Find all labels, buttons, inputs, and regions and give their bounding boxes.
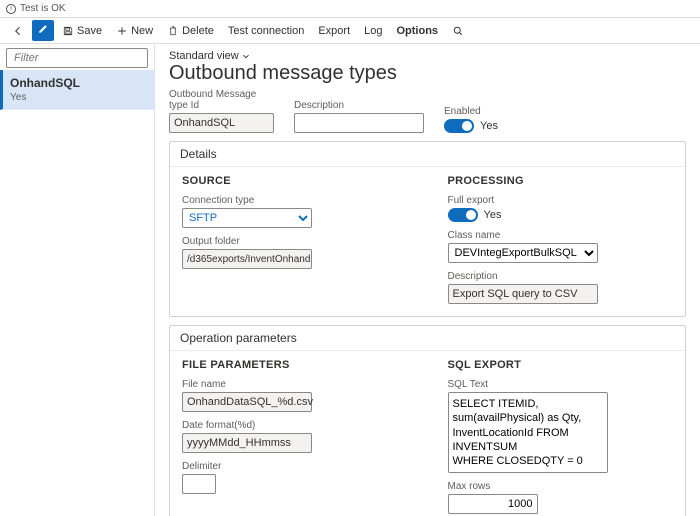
delete-button[interactable]: Delete <box>161 22 220 40</box>
processing-group-label: PROCESSING <box>448 175 674 187</box>
filter-box[interactable] <box>6 48 148 68</box>
trash-icon <box>167 25 179 37</box>
export-label: Export <box>318 25 350 37</box>
class-name-select[interactable]: DEVIntegExportBulkSQL <box>448 243 598 263</box>
options-label: Options <box>396 25 438 37</box>
toolbar: Save New Delete Test connection Export L… <box>0 18 700 44</box>
sidebar-item-name: OnhandSQL <box>10 76 146 90</box>
sql-text-label: SQL Text <box>448 379 608 390</box>
full-export-label: Full export <box>448 195 674 206</box>
enabled-toggle[interactable] <box>444 119 474 133</box>
plus-icon <box>116 25 128 37</box>
max-rows-label: Max rows <box>448 481 538 492</box>
delimiter-input[interactable] <box>182 474 216 494</box>
test-connection-button[interactable]: Test connection <box>222 22 310 40</box>
log-button[interactable]: Log <box>358 22 388 40</box>
edit-button[interactable] <box>32 20 54 41</box>
section-operation: Operation parameters FILE PARAMETERS Fil… <box>169 325 686 516</box>
sql-text-area[interactable]: SELECT ITEMID, sum(availPhysical) as Qty… <box>448 392 608 473</box>
date-format-value: yyyyMMdd_HHmmss <box>182 433 312 453</box>
section-details: Details SOURCE Connection type SFTP Outp… <box>169 141 686 317</box>
new-label: New <box>131 25 153 37</box>
delete-label: Delete <box>182 25 214 37</box>
details-desc-label: Description <box>448 271 598 282</box>
file-params-group-label: FILE PARAMETERS <box>182 359 408 371</box>
test-connection-label: Test connection <box>228 25 304 37</box>
full-export-value: Yes <box>484 209 502 221</box>
export-button[interactable]: Export <box>312 22 356 40</box>
output-folder-value: /d365exports/InventOnhand <box>182 249 312 269</box>
search-button[interactable] <box>446 22 470 40</box>
sidebar-item-onhandsql[interactable]: OnhandSQL Yes <box>0 70 154 110</box>
view-selector-label: Standard view <box>169 50 239 62</box>
edit-icon <box>37 23 49 35</box>
desc-label: Description <box>294 100 424 111</box>
details-desc-value: Export SQL query to CSV <box>448 284 598 304</box>
save-button[interactable]: Save <box>56 22 108 40</box>
id-label: Outbound Message type Id <box>169 89 274 111</box>
filter-input[interactable] <box>14 52 157 64</box>
titlebar-text: Test is OK <box>20 3 66 14</box>
back-arrow-icon <box>12 25 24 37</box>
desc-input[interactable] <box>294 113 424 133</box>
log-label: Log <box>364 25 382 37</box>
save-icon <box>62 25 74 37</box>
search-icon <box>452 25 464 37</box>
new-button[interactable]: New <box>110 22 159 40</box>
output-folder-label: Output folder <box>182 236 312 247</box>
chevron-down-icon <box>241 51 251 61</box>
date-format-label: Date format(%d) <box>182 420 312 431</box>
connection-type-select[interactable]: SFTP <box>182 208 312 228</box>
sidebar: OnhandSQL Yes <box>0 44 155 516</box>
options-button[interactable]: Options <box>390 22 444 40</box>
section-operation-title: Operation parameters <box>170 326 685 351</box>
sql-export-group-label: SQL EXPORT <box>448 359 674 371</box>
enabled-label: Enabled <box>444 106 498 117</box>
enabled-value: Yes <box>480 120 498 132</box>
connection-type-label: Connection type <box>182 195 312 206</box>
titlebar: i Test is OK <box>0 0 700 18</box>
file-name-value: OnhandDataSQL_%d.csv <box>182 392 312 412</box>
max-rows-input[interactable] <box>448 494 538 514</box>
view-selector[interactable]: Standard view <box>169 50 251 62</box>
sidebar-item-sub: Yes <box>10 92 146 103</box>
file-name-label: File name <box>182 379 312 390</box>
id-value: OnhandSQL <box>169 113 274 133</box>
full-export-toggle[interactable] <box>448 208 478 222</box>
back-button[interactable] <box>6 22 30 40</box>
delimiter-label: Delimiter <box>182 461 408 472</box>
source-group-label: SOURCE <box>182 175 408 187</box>
info-icon: i <box>6 4 16 14</box>
section-details-title: Details <box>170 142 685 167</box>
main-panel: Standard view Outbound message types Out… <box>155 44 700 516</box>
save-label: Save <box>77 25 102 37</box>
class-name-label: Class name <box>448 230 598 241</box>
page-title: Outbound message types <box>169 62 686 85</box>
